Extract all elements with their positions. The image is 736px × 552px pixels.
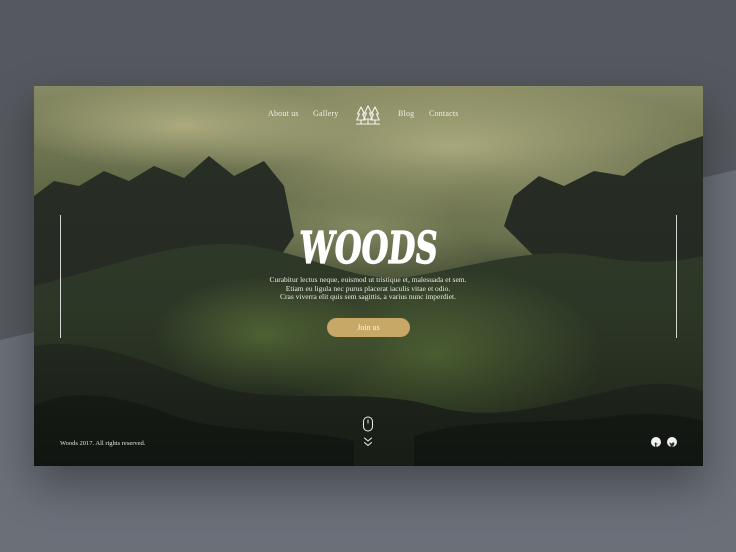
nav-blog[interactable]: Blog [398,109,414,118]
nav-gallery[interactable]: Gallery [313,109,338,118]
twitter-icon[interactable] [667,437,677,448]
footer-copyright: Woods 2017. All rights reserved. [60,440,146,447]
top-nav: About us Gallery Blog Contacts [34,105,703,127]
hero-title: WOODS [296,223,441,271]
double-chevron-down-icon [364,437,372,446]
svg-text:t: t [654,442,658,450]
tagline-line-3: Cras viverra elit quis sem sagittis, a v… [279,292,456,301]
tumblr-icon[interactable]: t [651,437,661,450]
three-pine-trees-icon[interactable] [356,105,380,125]
nav-contacts[interactable]: Contacts [429,109,459,118]
join-us-button[interactable]: Join us [327,318,410,337]
scroll-down-indicator[interactable] [361,416,375,452]
hero-tagline: Curabitur lectus neque, euismod ut trist… [218,275,518,302]
hero-section: About us Gallery Blog Contacts WOODS Cur… [34,86,703,466]
nav-about-us[interactable]: About us [268,109,299,118]
mouse-scroll-icon [363,416,373,432]
hero-title-text: WOODS [296,223,440,271]
